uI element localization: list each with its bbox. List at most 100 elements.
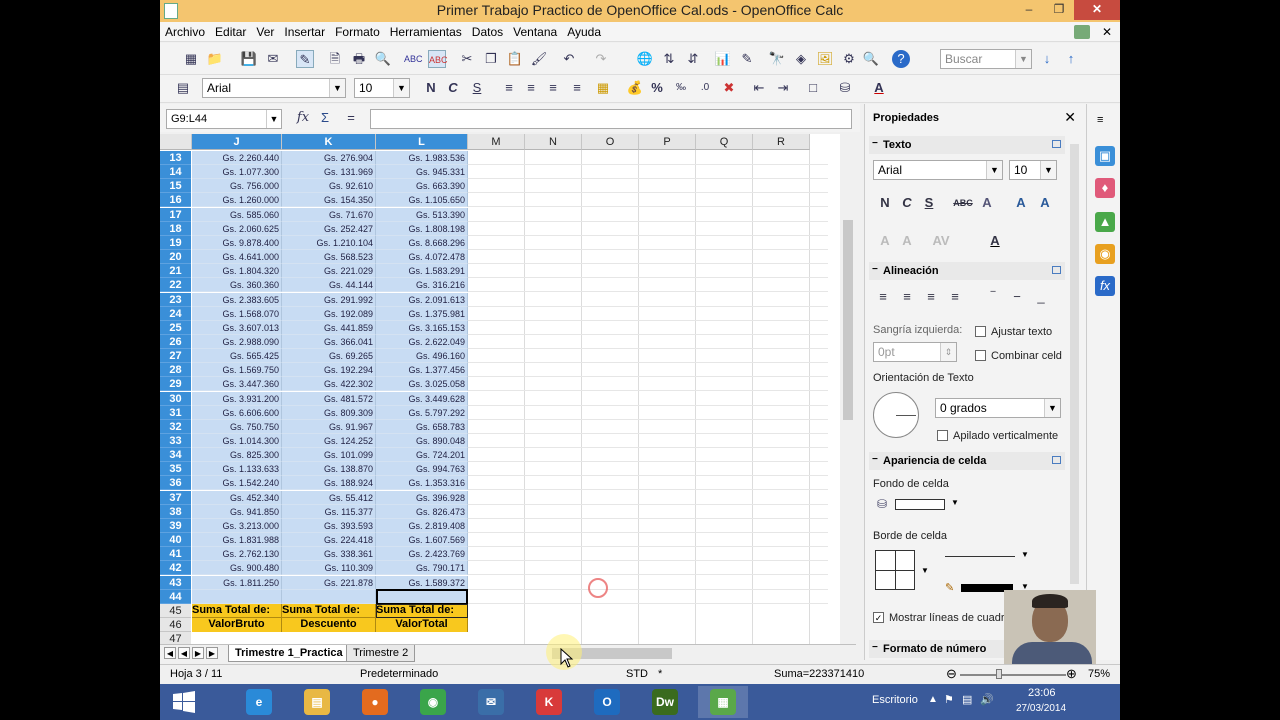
minimize-button[interactable]: – [1014, 0, 1044, 20]
table-cell[interactable]: Gs. 1.260.000 [192, 193, 282, 207]
table-cell[interactable]: Gs. 1.811.250 [192, 576, 282, 590]
close-button[interactable]: ✕ [1074, 0, 1120, 20]
cut-icon[interactable]: ✂ [458, 50, 476, 68]
row-header[interactable]: 39 [160, 519, 191, 533]
table-cell[interactable] [192, 590, 282, 604]
table-cell[interactable]: Gs. 138.870 [282, 462, 376, 476]
flag-icon[interactable]: ⚑ [944, 693, 954, 706]
bold-button[interactable]: N [422, 79, 440, 97]
column-header[interactable]: M [468, 134, 525, 150]
row-header[interactable]: 35 [160, 462, 191, 476]
taskbar-app-calc[interactable]: ▦ [698, 686, 748, 718]
taskbar-app-thunderbird[interactable]: ✉ [466, 686, 516, 718]
row-header[interactable]: 33 [160, 434, 191, 448]
row-header[interactable]: 29 [160, 377, 191, 391]
column-header[interactable]: R [753, 134, 810, 150]
table-cell[interactable]: Gs. 92.610 [282, 179, 376, 193]
gallery-deck-icon[interactable]: ▲ [1095, 212, 1115, 232]
table-cell[interactable]: Gs. 71.670 [282, 208, 376, 222]
menu-ayuda[interactable]: Ayuda [562, 22, 606, 39]
taskbar-app-chrome[interactable]: ◉ [408, 686, 458, 718]
sidebar-align-right-icon[interactable]: ≡ [921, 288, 941, 306]
row-header[interactable]: 27 [160, 349, 191, 363]
stacked-vertical-checkbox[interactable] [937, 430, 948, 441]
undo-icon[interactable]: ↶ [560, 50, 578, 68]
table-cell[interactable]: Gs. 1.105.650 [376, 193, 468, 207]
table-cell[interactable]: Gs. 2.622.049 [376, 335, 468, 349]
total-name-cell[interactable]: ValorTotal [376, 618, 468, 632]
volume-icon[interactable]: 🔊 [980, 693, 994, 706]
network-icon[interactable]: ▤ [962, 693, 972, 706]
table-cell[interactable]: Gs. 2.060.625 [192, 222, 282, 236]
table-cell[interactable]: Gs. 2.988.090 [192, 335, 282, 349]
column-header[interactable]: J [192, 134, 282, 150]
row-header[interactable]: 43 [160, 576, 191, 590]
more-options-icon[interactable] [1052, 456, 1061, 464]
wrap-text-checkbox[interactable] [975, 326, 986, 337]
table-cell[interactable]: Gs. 192.294 [282, 363, 376, 377]
row-header[interactable]: 30 [160, 392, 191, 406]
menu-editar[interactable]: Editar [210, 22, 251, 39]
taskbar-app-dreamweaver[interactable]: Dw [640, 686, 690, 718]
table-cell[interactable]: Gs. 6.606.600 [192, 406, 282, 420]
gallery-icon[interactable]: 🖼 [816, 50, 834, 68]
table-cell[interactable]: Gs. 124.252 [282, 434, 376, 448]
table-cell[interactable]: Gs. 393.593 [282, 519, 376, 533]
underline-button[interactable]: S [468, 79, 486, 97]
total-name-cell[interactable]: Descuento [282, 618, 376, 632]
row-header[interactable]: 38 [160, 505, 191, 519]
row-header[interactable]: 32 [160, 420, 191, 434]
tray-expand-icon[interactable]: ▲ [928, 694, 938, 705]
table-cell[interactable]: Gs. 481.572 [282, 392, 376, 406]
table-cell[interactable]: Gs. 422.302 [282, 377, 376, 391]
menu-formato[interactable]: Formato [330, 22, 385, 39]
row-header[interactable]: 41 [160, 547, 191, 561]
table-cell[interactable]: Gs. 756.000 [192, 179, 282, 193]
spellcheck-icon[interactable]: ABC [404, 50, 423, 68]
sort-ascending-icon[interactable]: ⇅ [660, 50, 678, 68]
cell-background-picker[interactable]: ⛁ ▼ [877, 496, 963, 514]
table-cell[interactable]: Gs. 366.041 [282, 335, 376, 349]
table-cell[interactable]: Gs. 441.859 [282, 321, 376, 335]
table-cell[interactable]: Gs. 1.983.536 [376, 151, 468, 165]
sidebar-font-color-icon[interactable]: A [985, 232, 1005, 250]
table-cell[interactable]: Gs. 750.750 [192, 420, 282, 434]
align-left-icon[interactable]: ≡ [500, 79, 518, 97]
tab-trimestre-2[interactable]: Trimestre 2 [346, 645, 416, 662]
percent-button[interactable]: % [648, 79, 666, 97]
sidebar-font-select[interactable]: Arial ▼ [873, 160, 1003, 180]
menu-herramientas[interactable]: Herramientas [385, 22, 467, 39]
row-header[interactable]: 22 [160, 278, 191, 292]
zoom-slider-knob[interactable] [996, 669, 1002, 679]
row-header[interactable]: 20 [160, 250, 191, 264]
table-cell[interactable]: Gs. 900.480 [192, 561, 282, 575]
table-cell[interactable]: Gs. 2.762.130 [192, 547, 282, 561]
function-icon[interactable]: = [342, 109, 360, 127]
taskbar-app-explorer[interactable]: ▤ [292, 686, 342, 718]
zoom-icon[interactable]: 🔍 [862, 50, 880, 68]
sidebar-align-left-icon[interactable]: ≡ [873, 288, 893, 306]
table-cell[interactable]: Gs. 890.048 [376, 434, 468, 448]
first-sheet-button[interactable]: ◀ [164, 647, 176, 659]
border-style-picker[interactable] [875, 550, 915, 590]
column-header[interactable]: P [639, 134, 696, 150]
table-cell[interactable]: Gs. 55.412 [282, 491, 376, 505]
functions-deck-icon[interactable]: fx [1095, 276, 1115, 296]
font-size-select[interactable]: 10 ▼ [354, 78, 410, 98]
help-icon[interactable]: ? [892, 50, 910, 68]
sidebar-underline-button[interactable]: S [919, 194, 939, 212]
column-header[interactable]: K [282, 134, 376, 150]
email-icon[interactable]: ✉ [264, 50, 282, 68]
sidebar-close-button[interactable]: ✕ [1064, 109, 1076, 126]
column-header[interactable]: N [525, 134, 582, 150]
row-header[interactable]: 14 [160, 165, 191, 179]
borders-icon[interactable]: □ [804, 79, 822, 97]
indent-input[interactable]: 0pt ⇕ [873, 342, 957, 362]
row-header[interactable]: 45 [160, 604, 191, 618]
table-cell[interactable]: Gs. 2.383.605 [192, 293, 282, 307]
menu-datos[interactable]: Datos [467, 22, 508, 39]
table-cell[interactable]: Gs. 452.340 [192, 491, 282, 505]
row-header[interactable]: 34 [160, 448, 191, 462]
table-cell[interactable]: Gs. 1.014.300 [192, 434, 282, 448]
maximize-button[interactable]: ❐ [1044, 0, 1074, 20]
